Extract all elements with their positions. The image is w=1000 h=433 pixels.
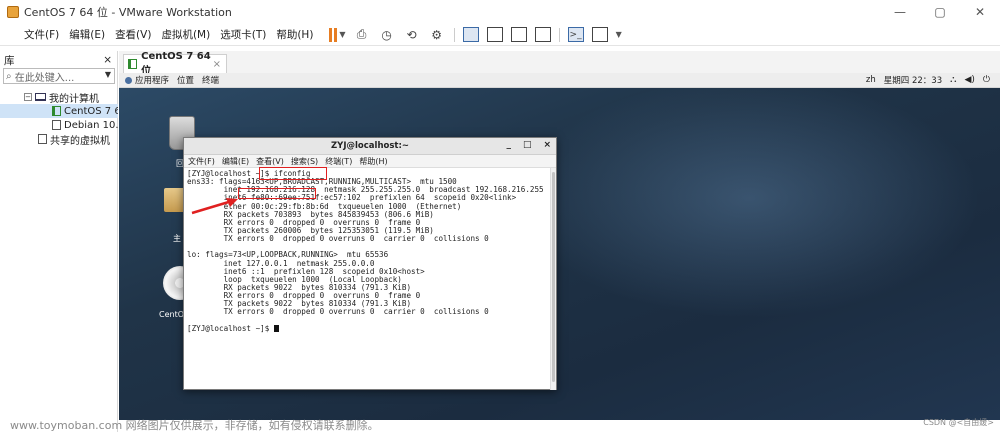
menu-edit[interactable]: 编辑(E)	[69, 27, 105, 42]
library-title: 库	[4, 54, 15, 67]
terminal-line: TX errors 0 dropped 0 overruns 0 carrier…	[187, 234, 489, 244]
watermark-text: www.toymoban.com 网络图片仅供展示，非存储，如有侵权请联系删除。	[10, 419, 379, 432]
menu-help[interactable]: 帮助(H)	[276, 27, 313, 42]
desktop-label-home: 主	[173, 234, 181, 243]
minimize-button[interactable]: —	[880, 0, 920, 24]
network-icon[interactable]: ⛬	[950, 75, 956, 85]
window-title: CentOS 7 64 位 - VMware Workstation	[24, 6, 232, 19]
input-language[interactable]: zh	[866, 75, 876, 85]
power-icon[interactable]: ⏻	[983, 75, 990, 85]
terminal-close-button[interactable]: ×	[543, 140, 551, 150]
vmware-logo-icon	[7, 6, 19, 18]
chevron-down-icon[interactable]: ▼	[105, 70, 111, 79]
terminal-prompt-line: [ZYJ@localhost ~]$	[187, 323, 553, 333]
shared-vm-icon	[38, 134, 47, 144]
terminal-line: TX errors 0 dropped 0 overruns 0 carrier…	[187, 307, 489, 317]
chevron-down-icon[interactable]: ▼	[616, 30, 622, 39]
scrollbar-thumb[interactable]	[552, 172, 555, 382]
search-icon: ⌕	[6, 70, 15, 82]
pause-icon[interactable]	[329, 27, 338, 42]
tree-item-vm-debian[interactable]: Debian 10.x	[0, 118, 118, 132]
volume-icon[interactable]: ◀)	[964, 75, 974, 85]
library-search-input[interactable]: ⌕ 在此处键入... ▼	[3, 68, 115, 84]
gnome-top-bar: 应用程序 位置 终端 zh 星期四 22：33 ⛬ ◀) ⏻	[119, 73, 1000, 88]
window-controls: — ▢ ✕	[880, 0, 1000, 24]
terminal-maximize-button[interactable]: □	[523, 140, 532, 150]
terminal-minimize-button[interactable]: _	[506, 140, 511, 150]
menu-vm[interactable]: 虚拟机(M)	[161, 27, 210, 42]
menu-file[interactable]: 文件(F)	[24, 27, 59, 42]
terminal-title-bar[interactable]: ZYJ@localhost:~ _ □ ×	[184, 138, 556, 155]
tab-close-button[interactable]: ×	[213, 59, 221, 70]
terminal-title: ZYJ@localhost:~	[331, 141, 409, 151]
vm-tab-bar: CentOS 7 64 位 ×	[119, 51, 1000, 77]
clock[interactable]: 星期四 22：33	[884, 74, 942, 86]
gnome-places[interactable]: 位置	[177, 74, 194, 86]
tree-label: CentOS 7 64	[64, 105, 118, 117]
library-tree: − 我的计算机 CentOS 7 64 Debian 10.x 共享的虚拟机	[0, 90, 118, 146]
tree-item-my-computer[interactable]: − 我的计算机	[0, 90, 118, 104]
tree-label: Debian 10.x	[64, 119, 118, 131]
computer-icon	[35, 93, 46, 101]
wallpaper-glow	[499, 88, 999, 328]
fullscreen-icon[interactable]	[510, 27, 527, 42]
terminal-menu-edit[interactable]: 编辑(E)	[222, 156, 249, 167]
watermark-author: CSDN @<自由媛>	[923, 418, 994, 427]
tab-centos[interactable]: CentOS 7 64 位 ×	[123, 51, 227, 77]
revert-snapshot-icon[interactable]: ⟲	[404, 27, 420, 43]
gnome-status-area: zh 星期四 22：33 ⛬ ◀) ⏻	[866, 74, 990, 86]
snapshot-icon[interactable]: ◷	[379, 27, 395, 43]
send-ctrl-alt-del-icon[interactable]: ⎙	[354, 27, 370, 43]
vm-running-icon	[128, 59, 138, 69]
terminal-menu-file[interactable]: 文件(F)	[188, 156, 215, 167]
search-placeholder: 在此处键入...	[14, 72, 75, 84]
terminal-window-controls: _ □ ×	[506, 140, 551, 150]
snapshot-manager-icon[interactable]: ⚙	[429, 27, 445, 43]
tree-label: 我的计算机	[49, 93, 99, 105]
vm-running-icon	[52, 106, 61, 116]
gnome-applications[interactable]: 应用程序	[135, 74, 169, 86]
menu-view[interactable]: 查看(V)	[115, 27, 151, 42]
gnome-terminal-task[interactable]: 终端	[202, 74, 219, 86]
thumbnail-bar-icon[interactable]	[486, 27, 503, 42]
menu-tabs[interactable]: 选项卡(T)	[220, 27, 266, 42]
terminal-menu-bar: 文件(F) 编辑(E) 查看(V) 搜索(S) 终端(T) 帮助(H)	[184, 155, 556, 168]
annotation-arrow-icon	[191, 198, 238, 215]
toolbar-divider	[453, 27, 455, 42]
terminal-menu-search[interactable]: 搜索(S)	[291, 156, 318, 167]
terminal-window[interactable]: ZYJ@localhost:~ _ □ × 文件(F) 编辑(E) 查看(V) …	[183, 137, 557, 390]
title-bar: CentOS 7 64 位 - VMware Workstation — ▢ ✕	[0, 0, 1000, 24]
tree-item-vm-centos[interactable]: CentOS 7 64	[0, 104, 118, 118]
terminal-menu-help[interactable]: 帮助(H)	[359, 156, 387, 167]
highlight-command-box	[259, 167, 327, 180]
vm-icon	[52, 120, 61, 130]
show-library-icon[interactable]	[462, 27, 479, 42]
chevron-down-icon[interactable]: ▼	[339, 30, 345, 39]
gnome-foot-icon	[125, 76, 132, 84]
library-close-button[interactable]: ×	[103, 54, 112, 66]
unity-icon[interactable]	[534, 27, 551, 42]
terminal-prompt: [ZYJ@localhost ~]$	[187, 323, 274, 333]
terminal-cursor	[273, 324, 279, 332]
toolbar-divider	[558, 27, 560, 42]
library-header: 库 ×	[0, 51, 117, 69]
library-panel: 库 × ⌕ 在此处键入... ▼ − 我的计算机 CentOS 7 64 Deb…	[0, 51, 118, 432]
gnome-menu: 应用程序 位置 终端	[125, 74, 227, 86]
collapse-icon[interactable]: −	[24, 93, 32, 101]
terminal-menu-terminal[interactable]: 终端(T)	[325, 156, 352, 167]
terminal-scrollbar[interactable]	[550, 168, 556, 390]
highlight-ip-box	[238, 188, 316, 199]
tree-item-shared-vms[interactable]: 共享的虚拟机	[0, 132, 118, 146]
stretch-view-icon[interactable]	[591, 27, 608, 42]
console-view-icon[interactable]: >_	[567, 27, 584, 42]
terminal-menu-view[interactable]: 查看(V)	[256, 156, 284, 167]
close-button[interactable]: ✕	[960, 0, 1000, 24]
maximize-button[interactable]: ▢	[920, 0, 960, 24]
tree-label: 共享的虚拟机	[50, 135, 110, 147]
menu-bar: 文件(F) 编辑(E) 查看(V) 虚拟机(M) 选项卡(T) 帮助(H) ▼ …	[0, 24, 1000, 46]
